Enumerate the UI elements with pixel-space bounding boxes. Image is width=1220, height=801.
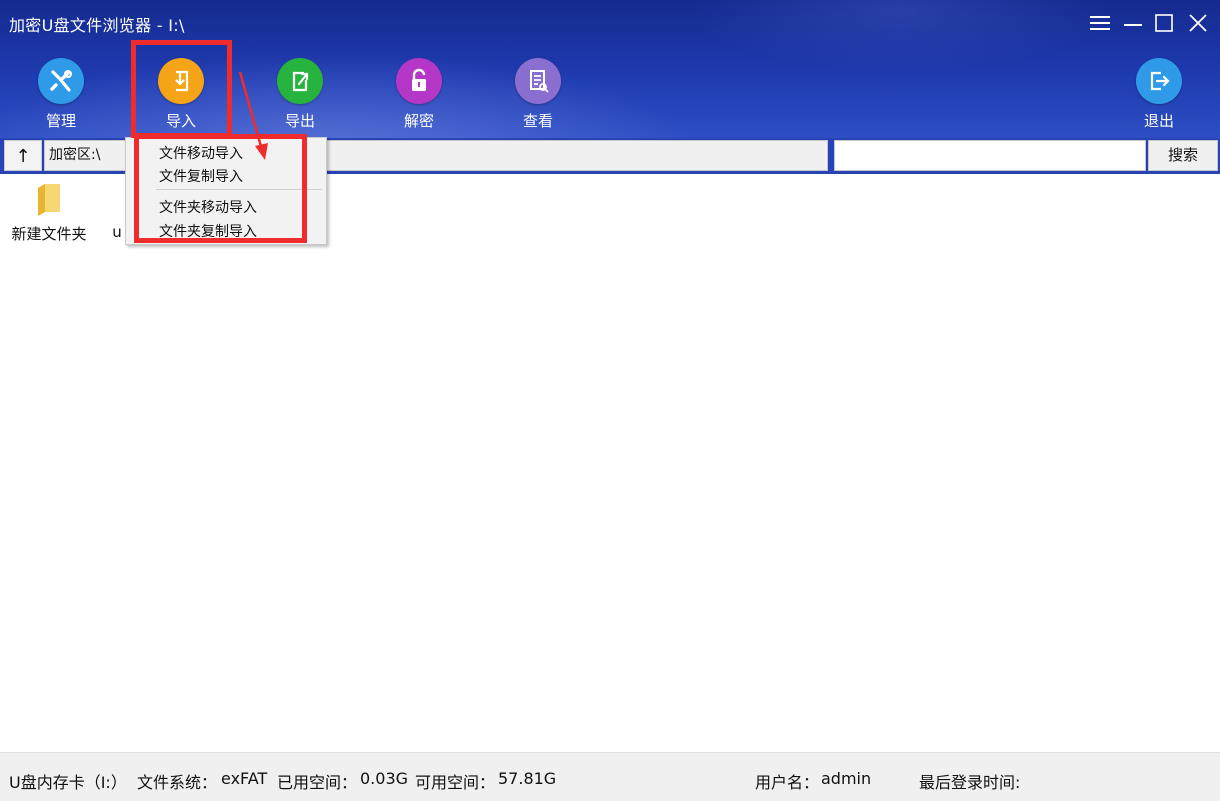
folder-name: 新建文件夹 <box>11 225 87 243</box>
up-button[interactable]: ↑ <box>4 140 42 171</box>
file-list-area: 新建文件夹 u <box>0 174 1220 752</box>
free-space-label: 可用空间： <box>415 773 496 792</box>
exit-label: 退出 <box>1143 112 1174 130</box>
status-bar: U盘内存卡（I:） 文件系统： exFAT 已用空间： 0.03G 可用空间： … <box>0 752 1220 801</box>
unlock-icon <box>396 58 442 104</box>
file-name: u <box>112 223 122 241</box>
export-label: 导出 <box>284 112 315 130</box>
export-icon <box>277 58 323 104</box>
search-input[interactable] <box>834 140 1146 171</box>
file-item[interactable]: u <box>110 223 124 241</box>
view-label: 查看 <box>522 112 553 130</box>
fs-label: 文件系统： <box>137 773 218 792</box>
used-space-label: 已用空间： <box>277 773 358 792</box>
username-label: 用户名： <box>755 773 820 792</box>
folder-item[interactable]: 新建文件夹 <box>8 180 90 244</box>
wrench-screwdriver-icon <box>38 58 84 104</box>
close-icon[interactable] <box>1185 10 1211 36</box>
minimize-icon[interactable] <box>1120 10 1146 36</box>
view-button[interactable]: 查看 <box>496 58 580 131</box>
decrypt-label: 解密 <box>403 112 434 130</box>
maximize-icon[interactable] <box>1151 10 1177 36</box>
search-button[interactable]: 搜索 <box>1148 140 1218 171</box>
last-login-label: 最后登录时间: <box>919 773 1021 792</box>
exit-icon <box>1136 58 1182 104</box>
username-value: admin <box>821 769 872 788</box>
annotation-box-import-button <box>131 40 232 138</box>
exit-button[interactable]: 退出 <box>1117 58 1201 131</box>
manage-label: 管理 <box>45 112 76 130</box>
used-space-value: 0.03G <box>360 769 409 788</box>
decrypt-button[interactable]: 解密 <box>377 58 461 131</box>
view-document-icon <box>515 58 561 104</box>
annotation-box-import-menu <box>134 134 307 243</box>
window-title: 加密U盘文件浏览器 - I:\ <box>9 16 185 35</box>
fs-value: exFAT <box>221 769 268 788</box>
folder-icon <box>8 180 90 220</box>
hamburger-icon[interactable] <box>1087 10 1113 36</box>
drive-name: U盘内存卡（I:） <box>9 773 127 792</box>
free-space-value: 57.81G <box>498 769 557 788</box>
export-button[interactable]: 导出 <box>258 58 342 131</box>
manage-button[interactable]: 管理 <box>19 58 103 131</box>
